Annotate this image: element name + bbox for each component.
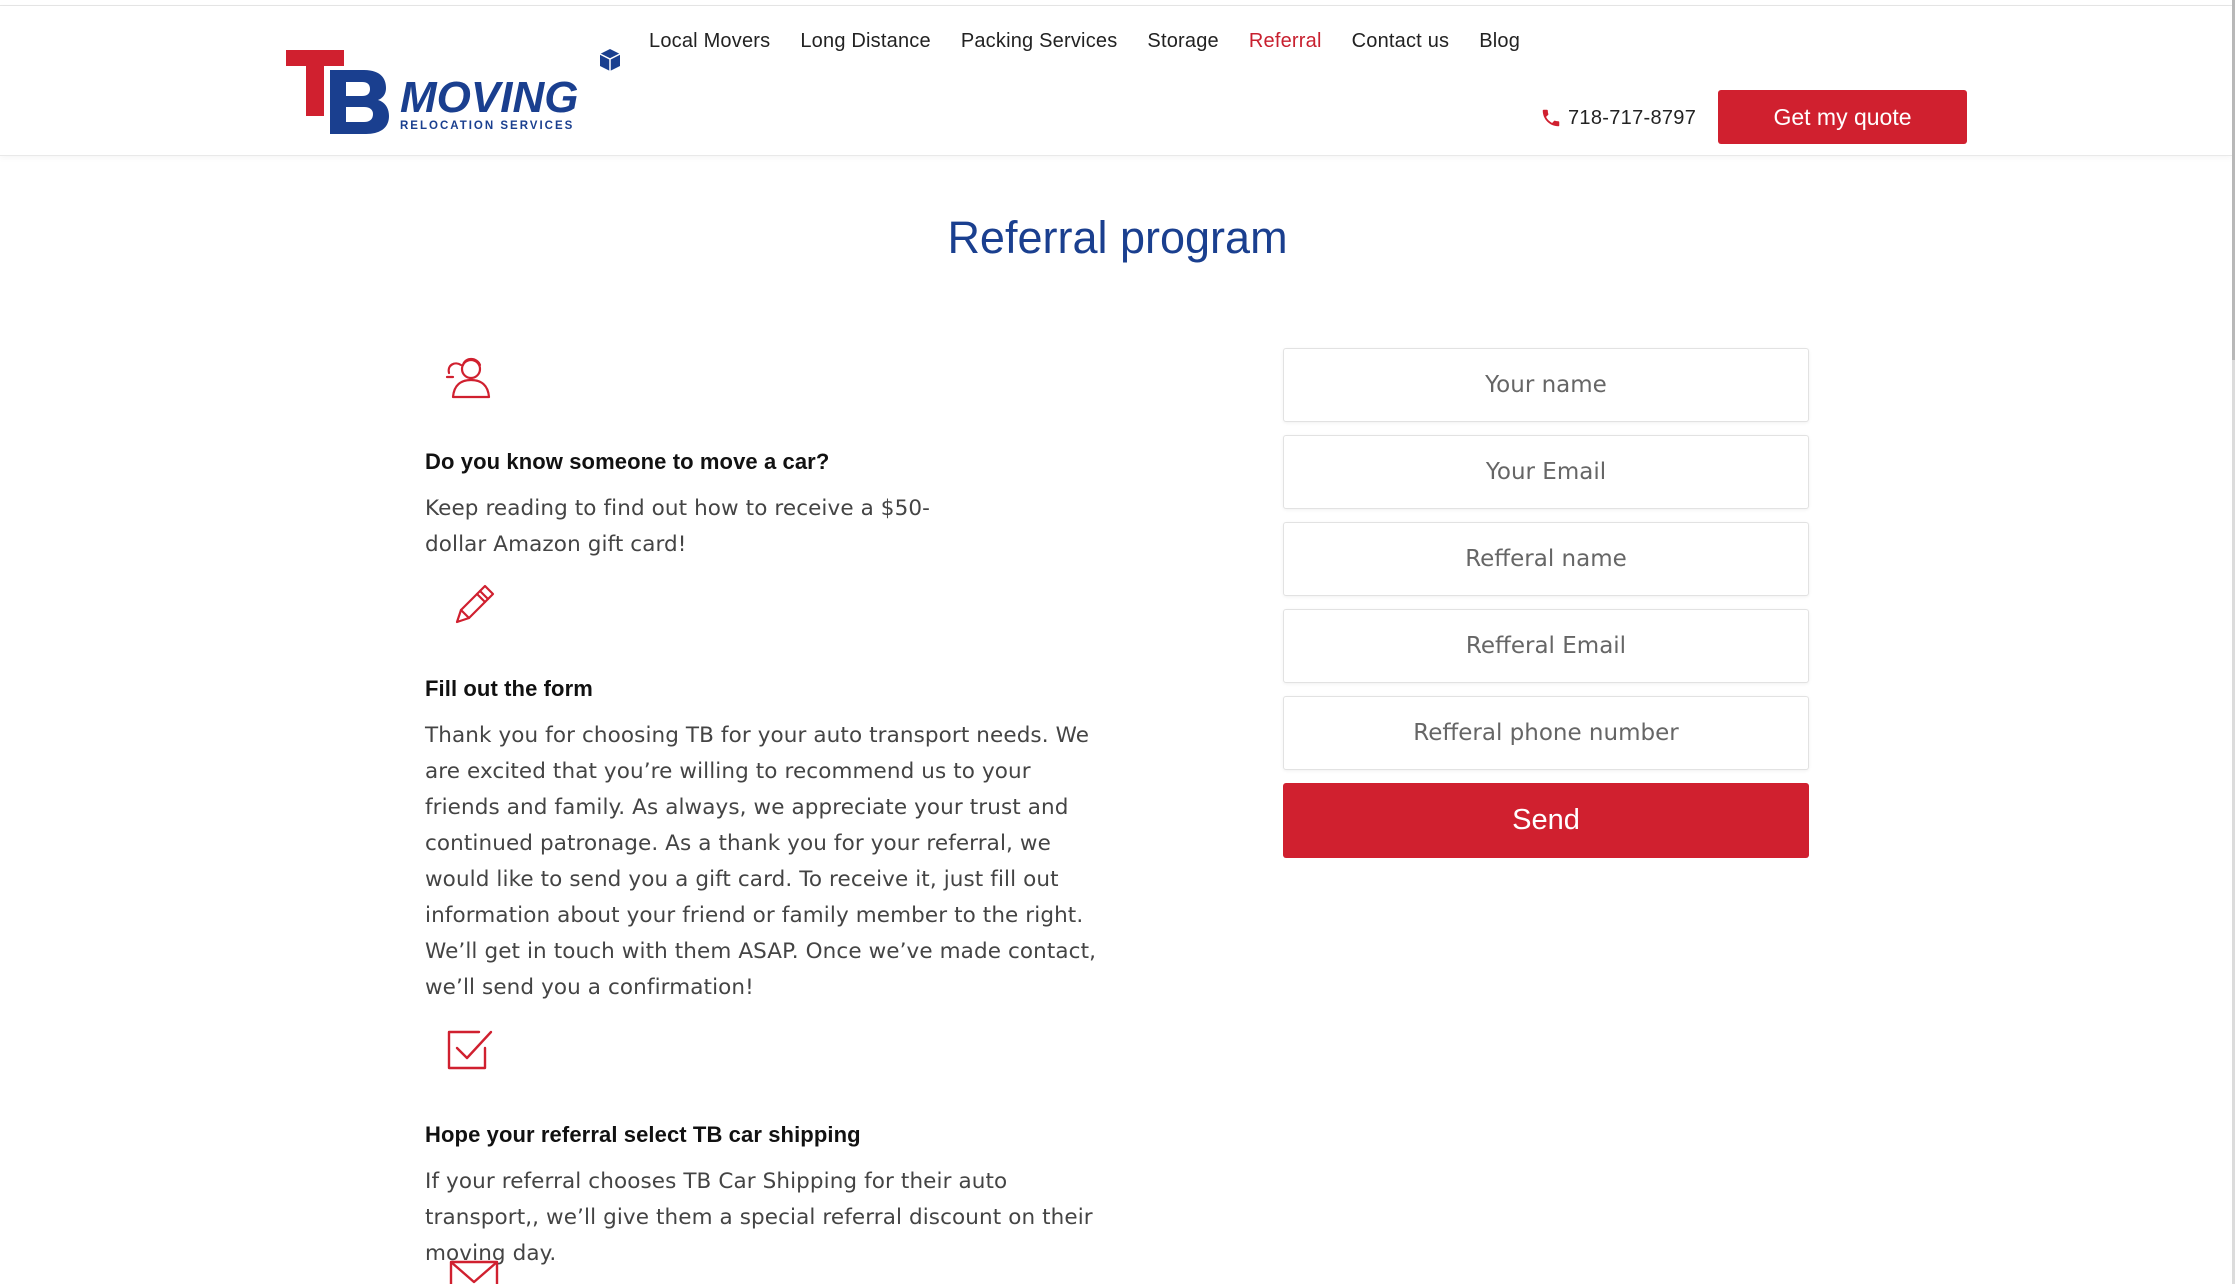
step-envelope bbox=[425, 1258, 1105, 1284]
page-title: Referral program bbox=[947, 212, 1288, 263]
phone-link[interactable]: 718-717-8797 bbox=[1540, 106, 1696, 130]
nav-contact-us[interactable]: Contact us bbox=[1352, 30, 1450, 53]
logo-word: MOVING bbox=[400, 73, 578, 122]
referral-name-input[interactable] bbox=[1283, 522, 1809, 596]
checkbox-icon bbox=[447, 1030, 493, 1070]
your-name-input[interactable] bbox=[1283, 348, 1809, 422]
site-header: MOVING RELOCATION SERVICES Local Movers … bbox=[0, 6, 2232, 156]
pencil-icon bbox=[455, 584, 495, 624]
nav-blog[interactable]: Blog bbox=[1479, 30, 1520, 53]
logo-tagline: RELOCATION SERVICES bbox=[400, 120, 574, 132]
nav-long-distance[interactable]: Long Distance bbox=[800, 30, 930, 53]
step-text: Thank you for choosing TB for your auto … bbox=[425, 723, 1097, 1000]
box-icon bbox=[599, 49, 621, 71]
main-nav: Local Movers Long Distance Packing Servi… bbox=[649, 30, 1550, 53]
step-know-someone: Do you know someone to move a car? Keep … bbox=[425, 353, 1105, 563]
nav-local-movers[interactable]: Local Movers bbox=[649, 30, 770, 53]
nav-referral[interactable]: Referral bbox=[1249, 30, 1322, 53]
your-email-input[interactable] bbox=[1283, 435, 1809, 509]
step-heading: Fill out the form bbox=[425, 676, 593, 701]
nav-packing-services[interactable]: Packing Services bbox=[961, 30, 1118, 53]
nav-storage[interactable]: Storage bbox=[1147, 30, 1218, 53]
logo-b-shape bbox=[330, 70, 389, 134]
get-quote-button[interactable]: Get my quote bbox=[1718, 90, 1967, 144]
phone-icon bbox=[1542, 109, 1560, 127]
envelope-icon bbox=[449, 1260, 499, 1284]
step-heading: Hope your referral select TB car shippin… bbox=[425, 1122, 861, 1147]
phone-number: 718-717-8797 bbox=[1568, 106, 1697, 129]
step-referral-selects: Hope your referral select TB car shippin… bbox=[425, 1026, 1105, 1272]
page: MOVING RELOCATION SERVICES Local Movers … bbox=[0, 0, 2235, 1284]
referral-phone-input[interactable] bbox=[1283, 696, 1809, 770]
step-heading: Do you know someone to move a car? bbox=[425, 449, 830, 474]
step-text: Keep reading to find out how to receive … bbox=[425, 496, 930, 557]
referral-email-input[interactable] bbox=[1283, 609, 1809, 683]
referral-form: Send bbox=[1283, 348, 1809, 858]
person-icon bbox=[445, 357, 491, 399]
step-text: If your referral chooses TB Car Shipping… bbox=[425, 1169, 1093, 1266]
tb-moving-logo[interactable]: MOVING RELOCATION SERVICES bbox=[282, 44, 622, 136]
send-button[interactable]: Send bbox=[1283, 783, 1809, 858]
step-fill-form: Fill out the form Thank you for choosing… bbox=[425, 580, 1105, 1006]
